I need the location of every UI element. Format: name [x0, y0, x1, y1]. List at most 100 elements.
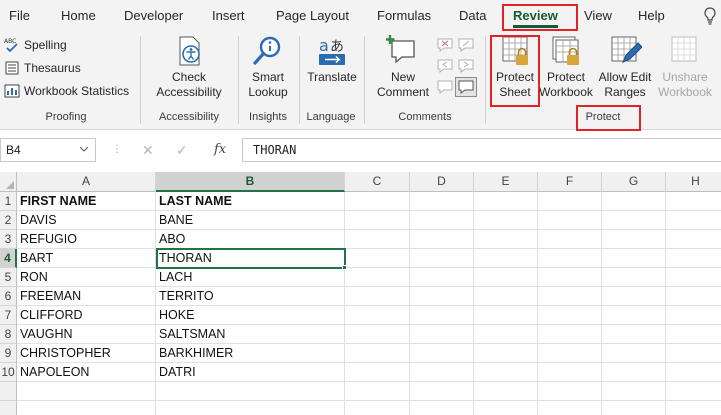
table-cell[interactable] [410, 287, 474, 306]
table-cell[interactable] [17, 401, 156, 415]
table-cell[interactable] [666, 306, 721, 325]
table-cell[interactable] [345, 325, 410, 344]
table-cell[interactable] [602, 306, 666, 325]
table-cell[interactable] [156, 382, 345, 401]
table-cell[interactable] [474, 325, 538, 344]
table-cell[interactable] [474, 401, 538, 415]
table-cell[interactable] [474, 344, 538, 363]
table-cell[interactable] [345, 268, 410, 287]
table-cell[interactable] [538, 363, 602, 382]
column-header-h[interactable]: H [666, 172, 721, 192]
new-comment-button[interactable]: New Comment [372, 34, 434, 100]
tab-view[interactable]: View [584, 8, 612, 23]
table-cell[interactable] [666, 268, 721, 287]
table-cell[interactable] [538, 211, 602, 230]
table-cell[interactable] [474, 192, 538, 211]
tab-data[interactable]: Data [459, 8, 486, 23]
table-cell[interactable]: LACH [156, 268, 345, 287]
previous-comment-icon[interactable] [437, 59, 453, 73]
table-cell[interactable] [345, 401, 410, 415]
tab-help[interactable]: Help [638, 8, 665, 23]
table-cell[interactable] [345, 287, 410, 306]
column-header-c[interactable]: C [345, 172, 410, 192]
tab-formulas[interactable]: Formulas [377, 8, 431, 23]
table-cell[interactable]: DAVIS [17, 211, 156, 230]
row-header[interactable]: 3 [0, 230, 17, 249]
table-cell[interactable] [345, 344, 410, 363]
table-cell[interactable] [474, 382, 538, 401]
table-cell[interactable] [666, 401, 721, 415]
allow-edit-ranges-button[interactable]: Allow Edit Ranges [597, 34, 653, 100]
table-cell[interactable]: FREEMAN [17, 287, 156, 306]
table-cell[interactable]: FIRST NAME [17, 192, 156, 211]
tab-page-layout[interactable]: Page Layout [276, 8, 349, 23]
table-cell[interactable] [410, 401, 474, 415]
enter-entry-button[interactable]: ✓ [176, 142, 188, 159]
table-cell[interactable] [156, 401, 345, 415]
table-cell[interactable] [602, 211, 666, 230]
table-cell[interactable] [474, 268, 538, 287]
table-cell[interactable] [538, 268, 602, 287]
tab-home[interactable]: Home [61, 8, 96, 23]
table-cell[interactable]: REFUGIO [17, 230, 156, 249]
row-header[interactable]: 7 [0, 306, 17, 325]
table-cell[interactable] [538, 401, 602, 415]
table-cell[interactable] [474, 211, 538, 230]
row-header[interactable]: 9 [0, 344, 17, 363]
show-comment-icon[interactable] [437, 80, 453, 94]
table-cell[interactable] [602, 325, 666, 344]
table-cell[interactable] [410, 211, 474, 230]
table-cell[interactable]: BARKHIMER [156, 344, 345, 363]
table-cell[interactable] [602, 344, 666, 363]
table-cell[interactable] [345, 230, 410, 249]
table-cell[interactable] [538, 287, 602, 306]
fill-handle[interactable] [342, 265, 347, 270]
table-cell[interactable] [410, 306, 474, 325]
row-header[interactable]: 2 [0, 211, 17, 230]
table-cell[interactable] [345, 249, 410, 268]
table-cell[interactable] [345, 211, 410, 230]
table-cell[interactable] [410, 344, 474, 363]
column-header-e[interactable]: E [474, 172, 538, 192]
row-header[interactable]: 10 [0, 363, 17, 382]
check-accessibility-button[interactable]: Check Accessibility [150, 34, 228, 100]
table-cell[interactable] [538, 325, 602, 344]
table-cell[interactable]: DATRI [156, 363, 345, 382]
row-header[interactable] [0, 401, 17, 415]
table-cell[interactable] [602, 363, 666, 382]
table-cell[interactable] [602, 268, 666, 287]
table-cell[interactable] [410, 382, 474, 401]
table-cell[interactable] [410, 249, 474, 268]
table-cell[interactable]: HOKE [156, 306, 345, 325]
column-header-d[interactable]: D [410, 172, 474, 192]
protect-workbook-button[interactable]: Protect Workbook [538, 34, 594, 100]
table-cell[interactable]: BANE [156, 211, 345, 230]
translate-button[interactable]: a あ Translate [305, 34, 359, 85]
table-cell[interactable] [602, 382, 666, 401]
workbook-statistics-button[interactable]: Workbook Statistics [4, 83, 129, 99]
table-cell[interactable]: CHRISTOPHER [17, 344, 156, 363]
table-cell[interactable] [474, 287, 538, 306]
table-cell[interactable] [666, 287, 721, 306]
table-cell[interactable] [538, 230, 602, 249]
column-header-g[interactable]: G [602, 172, 666, 192]
lightbulb-icon[interactable] [703, 7, 717, 25]
table-cell[interactable] [602, 249, 666, 268]
row-header[interactable]: 1 [0, 192, 17, 211]
table-cell[interactable] [345, 363, 410, 382]
tab-insert[interactable]: Insert [212, 8, 245, 23]
table-cell[interactable] [666, 211, 721, 230]
table-cell[interactable] [410, 363, 474, 382]
table-cell[interactable] [474, 363, 538, 382]
table-cell[interactable] [538, 382, 602, 401]
table-cell[interactable]: NAPOLEON [17, 363, 156, 382]
show-all-comments-toggle[interactable] [455, 77, 477, 97]
unshare-workbook-button[interactable]: Unshare Workbook [655, 34, 715, 100]
chevron-down-icon[interactable] [80, 147, 88, 152]
smart-lookup-button[interactable]: Smart Lookup [243, 34, 293, 100]
table-cell[interactable] [666, 325, 721, 344]
table-cell[interactable] [17, 382, 156, 401]
tab-developer[interactable]: Developer [124, 8, 183, 23]
table-cell[interactable] [410, 230, 474, 249]
table-cell[interactable] [666, 249, 721, 268]
